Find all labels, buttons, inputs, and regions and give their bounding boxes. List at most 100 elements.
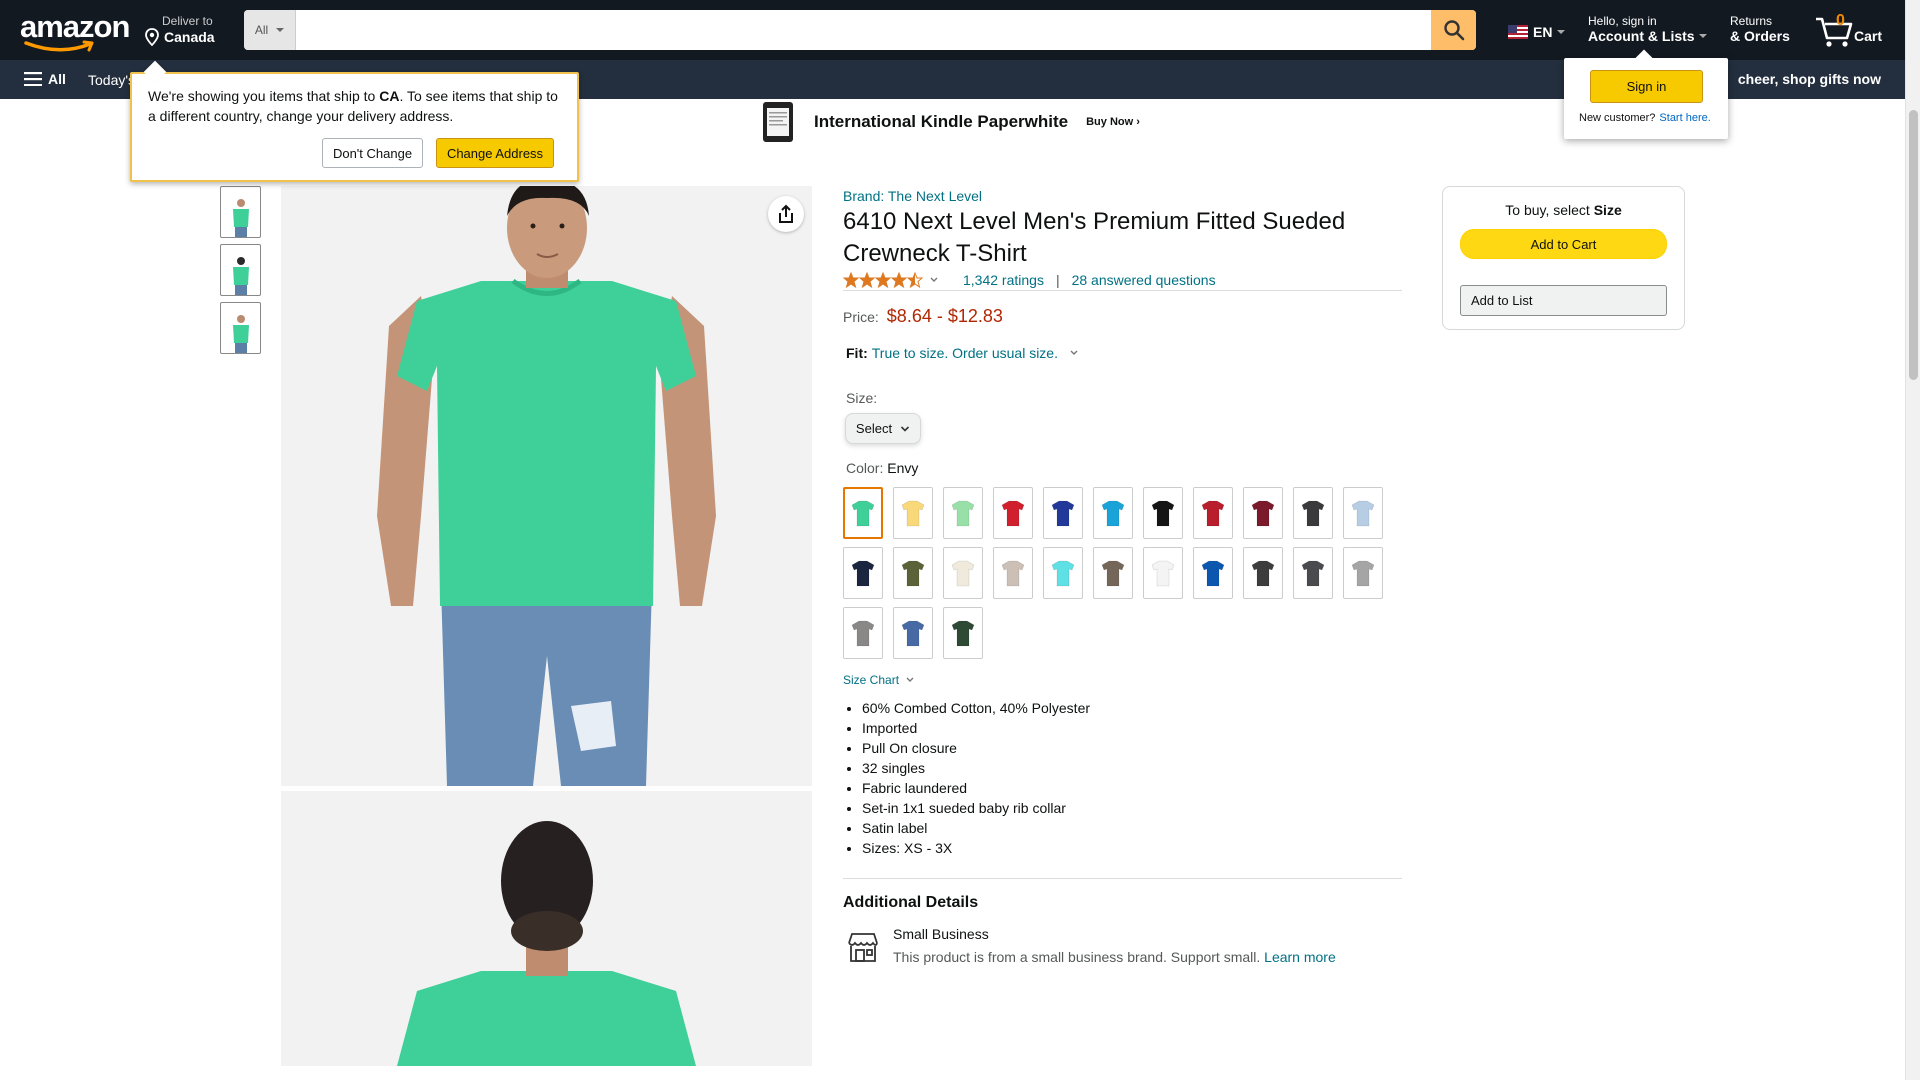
tshirt-icon <box>951 560 975 587</box>
color-swatch[interactable] <box>1093 547 1133 599</box>
rating-row: 1,342 ratings | 28 answered questions <box>843 272 1216 288</box>
caret-down-icon <box>276 28 285 32</box>
product-back-image[interactable] <box>281 791 812 1066</box>
divider <box>843 290 1402 291</box>
deliver-to-label: Deliver to <box>162 14 213 28</box>
deliver-country: Canada <box>164 29 215 45</box>
account-label: Account & Lists <box>1588 28 1695 44</box>
buy-box-instruction: To buy, select Size <box>1505 202 1622 218</box>
color-swatch[interactable] <box>943 607 983 659</box>
cart-button[interactable]: 0 Cart <box>1814 10 1884 50</box>
returns-orders[interactable]: Returns & Orders <box>1730 14 1790 44</box>
tshirt-icon <box>951 500 975 527</box>
color-swatch[interactable] <box>1043 547 1083 599</box>
nav-promo-link[interactable]: cheer, shop gifts now <box>1738 71 1881 87</box>
smile-arrow-icon <box>24 40 94 52</box>
kindle-device-icon <box>763 102 793 142</box>
color-swatch[interactable] <box>893 547 933 599</box>
vertical-scrollbar[interactable] <box>1905 0 1920 1080</box>
share-button[interactable] <box>768 196 804 232</box>
add-to-cart-button[interactable]: Add to Cart <box>1460 229 1667 259</box>
add-to-list-button[interactable]: Add to List <box>1460 285 1667 316</box>
chevron-down-icon[interactable] <box>929 276 939 284</box>
color-swatch[interactable] <box>943 487 983 539</box>
learn-more-link[interactable]: Learn more <box>1264 949 1336 965</box>
color-swatch[interactable] <box>993 487 1033 539</box>
color-swatch[interactable] <box>1043 487 1083 539</box>
size-dropdown[interactable]: Select <box>845 413 921 444</box>
start-here-link[interactable]: Start here. <box>1659 112 1710 124</box>
feature-bullets: 60% Combed Cotton, 40% Polyester Importe… <box>862 698 1090 858</box>
banner-buy-now[interactable]: Buy Now › <box>1086 116 1140 128</box>
color-swatch[interactable] <box>1293 547 1333 599</box>
deliver-to[interactable]: Deliver to Canada <box>142 14 215 46</box>
kindle-banner[interactable]: International Kindle Paperwhite Buy Now … <box>760 101 1140 143</box>
size-chart-link[interactable]: Size Chart <box>843 673 915 687</box>
color-swatch[interactable] <box>1143 547 1183 599</box>
tshirt-icon <box>1151 500 1175 527</box>
ratings-count-link[interactable]: 1,342 ratings <box>963 272 1044 288</box>
search-button[interactable] <box>1431 10 1476 50</box>
color-swatch[interactable] <box>1243 487 1283 539</box>
tshirt-icon <box>901 500 925 527</box>
buy-box: To buy, select Size Add to Cart Add to L… <box>1442 186 1685 330</box>
color-label: Color: Envy <box>846 460 919 476</box>
color-swatch[interactable] <box>893 487 933 539</box>
separator: | <box>1055 272 1060 288</box>
tshirt-icon <box>1351 560 1375 587</box>
selected-color: Envy <box>887 460 919 476</box>
thumbnail-image[interactable] <box>220 186 261 238</box>
color-swatch[interactable] <box>1293 487 1333 539</box>
small-business-description: This product is from a small business br… <box>893 949 1336 965</box>
feature-bullet: Sizes: XS - 3X <box>862 838 1090 858</box>
brand-link[interactable]: Brand: The Next Level <box>843 188 982 204</box>
color-swatch[interactable] <box>1193 487 1233 539</box>
dont-change-button[interactable]: Don't Change <box>322 138 423 168</box>
search-input[interactable] <box>296 10 1431 50</box>
fit-value: True to size. Order usual size. <box>871 345 1058 361</box>
product-title: 6410 Next Level Men's Premium Fitted Sue… <box>843 208 1346 267</box>
search-category-dropdown[interactable]: All <box>244 10 296 50</box>
feature-bullet: 32 singles <box>862 758 1090 778</box>
tshirt-icon <box>1001 560 1025 587</box>
scrollbar-thumb[interactable] <box>1909 110 1918 380</box>
product-main-image[interactable] <box>281 186 812 786</box>
color-swatch[interactable] <box>1343 547 1383 599</box>
color-swatch[interactable] <box>1243 547 1283 599</box>
tshirt-icon <box>1051 560 1075 587</box>
color-swatch[interactable] <box>1093 487 1133 539</box>
account-lists[interactable]: Hello, sign in Account & Lists <box>1588 14 1707 44</box>
change-address-button[interactable]: Change Address <box>436 138 554 168</box>
caret-down-icon <box>1698 34 1707 38</box>
cart-icon <box>1816 17 1853 47</box>
tshirt-icon <box>1051 500 1075 527</box>
color-swatch[interactable] <box>1343 487 1383 539</box>
sign-in-button[interactable]: Sign in <box>1590 70 1703 103</box>
language-selector[interactable]: EN <box>1508 24 1566 40</box>
color-swatch[interactable] <box>1143 487 1183 539</box>
ship-country-popover: We're showing you items that ship to CA.… <box>130 72 579 182</box>
feature-bullet: Set-in 1x1 sueded baby rib collar <box>862 798 1090 818</box>
all-menu-button[interactable]: All <box>24 71 66 87</box>
tshirt-icon <box>1351 500 1375 527</box>
color-swatch[interactable] <box>943 547 983 599</box>
nav-todays-deals[interactable]: Today's <box>88 72 135 88</box>
tshirt-icon <box>1101 560 1125 587</box>
color-swatch[interactable] <box>843 487 883 539</box>
color-swatch[interactable] <box>893 607 933 659</box>
amazon-logo[interactable]: amazon <box>20 11 130 52</box>
answered-questions-link[interactable]: 28 answered questions <box>1072 272 1216 288</box>
shirt-model-thumbnail <box>232 315 249 353</box>
feature-bullet: Satin label <box>862 818 1090 838</box>
thumbnail-image[interactable] <box>220 244 261 296</box>
color-swatch[interactable] <box>1193 547 1233 599</box>
color-swatch[interactable] <box>843 607 883 659</box>
fit-info[interactable]: Fit: True to size. Order usual size. <box>846 345 1080 361</box>
color-swatch[interactable] <box>993 547 1033 599</box>
tshirt-icon <box>901 560 925 587</box>
feature-bullet: 60% Combed Cotton, 40% Polyester <box>862 698 1090 718</box>
star-rating-icon[interactable] <box>843 272 923 288</box>
thumbnail-image[interactable] <box>220 302 261 354</box>
tshirt-icon <box>1301 560 1325 587</box>
color-swatch[interactable] <box>843 547 883 599</box>
